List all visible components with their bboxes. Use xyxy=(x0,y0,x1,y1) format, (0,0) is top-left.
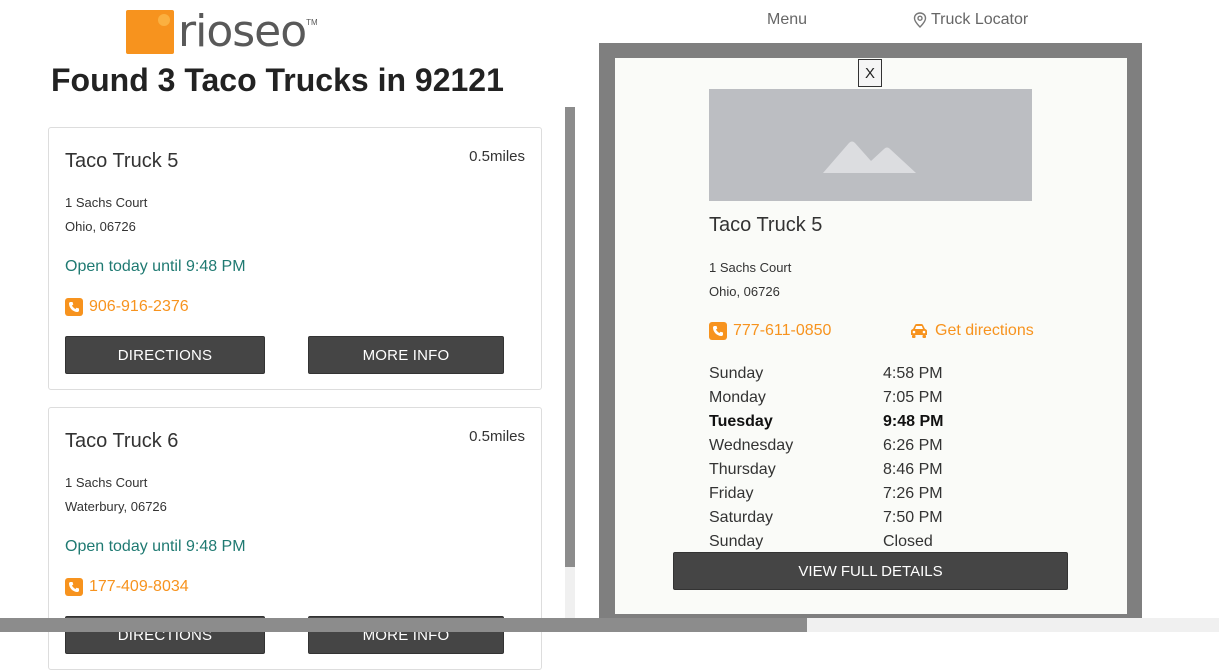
hours-time: 7:26 PM xyxy=(883,485,943,502)
logo-trademark: TM xyxy=(306,18,318,27)
phone-link[interactable]: 906-916-2376 xyxy=(65,298,189,316)
hours-time: 6:26 PM xyxy=(883,437,943,454)
hours-day: Friday xyxy=(709,485,754,502)
phone-icon xyxy=(65,578,83,596)
truck-name[interactable]: Taco Truck 5 xyxy=(65,150,178,173)
address-line2: Waterbury, 06726 xyxy=(65,499,167,514)
hours-time: 7:05 PM xyxy=(883,389,943,406)
phone-number: 177-409-8034 xyxy=(89,578,189,595)
phone-number: 906-916-2376 xyxy=(89,298,189,315)
hours-time: 8:46 PM xyxy=(883,461,943,478)
address-line1: 1 Sachs Court xyxy=(65,475,148,490)
hours-row: Sunday 4:58 PM xyxy=(709,362,969,386)
modal-phone-number: 777-611-0850 xyxy=(733,322,832,339)
hours-row: Sunday Closed xyxy=(709,530,969,554)
hours-row: Thursday 8:46 PM xyxy=(709,458,969,482)
hours-day: Saturday xyxy=(709,509,774,526)
address-line1: 1 Sachs Court xyxy=(65,195,148,210)
results-scrollbar-thumb[interactable] xyxy=(565,107,575,567)
hours-row: Wednesday 6:26 PM xyxy=(709,434,969,458)
modal-truck-name: Taco Truck 5 xyxy=(709,214,823,236)
result-card[interactable]: Taco Truck 5 0.5miles 1 Sachs Court Ohio… xyxy=(48,127,542,390)
hours-table: Sunday 4:58 PM Monday 7:05 PM Tuesday 9:48 … xyxy=(709,362,969,554)
truck-name[interactable]: Taco Truck 6 xyxy=(65,430,178,453)
hours-time: 7:50 PM xyxy=(883,509,943,526)
address-line2: Ohio, 06726 xyxy=(65,219,136,234)
hours-row: Saturday 7:50 PM xyxy=(709,506,969,530)
menu-link[interactable]: Menu xyxy=(767,11,807,29)
map-pin-icon xyxy=(913,12,927,28)
phone-icon xyxy=(709,322,727,340)
open-status: Open today until 9:48 PM xyxy=(65,538,246,555)
horizontal-scrollbar-thumb[interactable] xyxy=(0,618,807,632)
logo-mark xyxy=(126,10,174,54)
phone-link[interactable]: 177-409-8034 xyxy=(65,578,189,596)
get-directions-link[interactable]: Get directions xyxy=(909,322,1034,340)
get-directions-label: Get directions xyxy=(935,322,1034,339)
page-title: Found 3 Taco Trucks in 92121 xyxy=(51,62,504,98)
hours-row-today: Tuesday 9:48 PM xyxy=(709,410,969,434)
view-full-details-button[interactable]: VIEW FULL DETAILS xyxy=(673,552,1068,590)
hours-time: 4:58 PM xyxy=(883,365,943,382)
truck-locator-link[interactable]: Truck Locator xyxy=(913,11,1028,29)
car-icon xyxy=(911,324,927,338)
more-info-button[interactable]: MORE INFO xyxy=(308,336,504,374)
phone-icon xyxy=(65,298,83,316)
rioseo-logo[interactable]: rioseo TM xyxy=(126,8,318,54)
image-placeholder-icon xyxy=(823,141,916,173)
hours-day: Sunday xyxy=(709,365,764,382)
close-button[interactable]: X xyxy=(858,59,882,87)
hours-day: Sunday xyxy=(709,533,764,550)
truck-locator-label: Truck Locator xyxy=(931,11,1029,28)
hours-time: 9:48 PM xyxy=(883,413,944,430)
modal-phone-link[interactable]: 777-611-0850 xyxy=(709,322,831,340)
logo-text: rioseo xyxy=(178,6,307,57)
modal-address-line1: 1 Sachs Court xyxy=(709,260,792,275)
modal-address-line2: Ohio, 06726 xyxy=(709,284,780,299)
distance: 0.5miles xyxy=(469,428,525,445)
directions-button[interactable]: DIRECTIONS xyxy=(65,336,265,374)
hours-day: Monday xyxy=(709,389,766,406)
hours-row: Friday 7:26 PM xyxy=(709,482,969,506)
hours-row: Monday 7:05 PM xyxy=(709,386,969,410)
truck-image xyxy=(709,89,1032,201)
hours-day: Wednesday xyxy=(709,437,794,454)
open-status: Open today until 9:48 PM xyxy=(65,258,246,275)
hours-day: Tuesday xyxy=(709,413,773,430)
distance: 0.5miles xyxy=(469,148,525,165)
hours-time: Closed xyxy=(883,533,933,550)
hours-day: Thursday xyxy=(709,461,776,478)
